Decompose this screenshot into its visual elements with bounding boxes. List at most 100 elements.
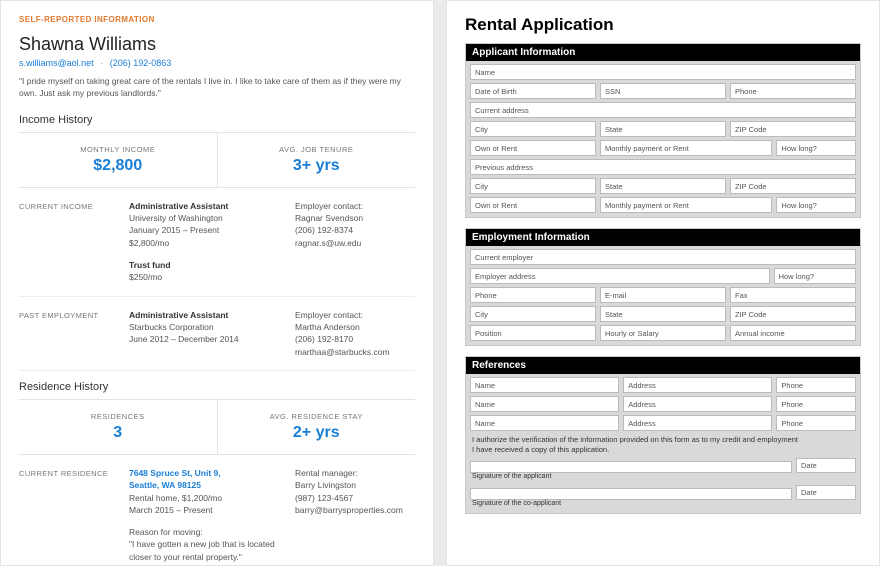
- applicant-signature-box[interactable]: [470, 461, 792, 473]
- stat-label: MONTHLY INCOME: [19, 145, 217, 154]
- contact-name: Ragnar Svendson: [295, 213, 363, 223]
- current-residence-record: CURRENT RESIDENCE 7648 Spruce St, Unit 9…: [19, 455, 415, 566]
- prev-state-field[interactable]: State: [600, 178, 726, 194]
- dob-field[interactable]: Date of Birth: [470, 83, 596, 99]
- avg-tenure-stat: AVG. JOB TENURE 3+ yrs: [218, 133, 416, 187]
- employer-addr-field[interactable]: Employer address: [470, 268, 770, 284]
- contact-email: ragnar.s@uw.edu: [295, 238, 361, 248]
- emp-how-long-field[interactable]: How long?: [774, 268, 856, 284]
- prev-own-rent-field[interactable]: Own or Rent: [470, 197, 596, 213]
- employer-contact: Employer contact: Martha Anderson (206) …: [295, 309, 415, 358]
- city-field[interactable]: City: [470, 121, 596, 137]
- income-stats-row: MONTHLY INCOME $2,800 AVG. JOB TENURE 3+…: [19, 133, 415, 188]
- residence-detail: Rental home, $1,200/mo: [129, 493, 222, 503]
- employer-field[interactable]: Current employer: [470, 249, 856, 265]
- address-link[interactable]: 7648 Spruce St, Unit 9,: [129, 468, 221, 478]
- emp-zip-field[interactable]: ZIP Code: [730, 306, 856, 322]
- phone-field[interactable]: Phone: [730, 83, 856, 99]
- ref-phone-field[interactable]: Phone: [776, 415, 856, 431]
- annual-income-field[interactable]: Annual income: [730, 325, 856, 341]
- ref-name-field[interactable]: Name: [470, 396, 619, 412]
- emp-fax-field[interactable]: Fax: [730, 287, 856, 303]
- stat-label: AVG. JOB TENURE: [218, 145, 416, 154]
- rental-manager: Rental manager: Barry Livingston (987) 1…: [295, 467, 415, 563]
- hourly-salary-field[interactable]: Hourly or Salary: [600, 325, 726, 341]
- contact-phone: (206) 192-8170: [295, 334, 353, 344]
- residence-dates: March 2015 – Present: [129, 505, 213, 515]
- residences-stat: RESIDENCES 3: [19, 400, 218, 454]
- position-field[interactable]: Position: [470, 325, 596, 341]
- past-employment-record: PAST EMPLOYMENT Administrative Assistant…: [19, 297, 415, 371]
- job-dates: January 2015 – Present: [129, 225, 219, 235]
- ssn-field[interactable]: SSN: [600, 83, 726, 99]
- ref-name-field[interactable]: Name: [470, 377, 619, 393]
- state-field[interactable]: State: [600, 121, 726, 137]
- applicant-name: Shawna Williams: [19, 34, 415, 55]
- record-main: Administrative Assistant Starbucks Corpo…: [129, 309, 295, 358]
- second-income-amount: $250/mo: [129, 272, 162, 282]
- own-rent-field[interactable]: Own or Rent: [470, 140, 596, 156]
- stat-label: AVG. RESIDENCE STAY: [218, 412, 416, 421]
- name-field[interactable]: Name: [470, 64, 856, 80]
- signature-date-field[interactable]: Date: [796, 458, 856, 473]
- prev-how-long-field[interactable]: How long?: [776, 197, 856, 213]
- ref-address-field[interactable]: Address: [623, 415, 772, 431]
- employer: University of Washington: [129, 213, 223, 223]
- employer: Starbucks Corporation: [129, 322, 214, 332]
- mgr-label: Rental manager:: [295, 468, 358, 478]
- current-income-record: CURRENT INCOME Administrative Assistant …: [19, 188, 415, 297]
- mgr-email: barry@barrysproperties.com: [295, 505, 403, 515]
- monthly-income-stat: MONTHLY INCOME $2,800: [19, 133, 218, 187]
- emp-city-field[interactable]: City: [470, 306, 596, 322]
- coapplicant-signature-box[interactable]: [470, 488, 792, 500]
- record-label: PAST EMPLOYMENT: [19, 309, 129, 358]
- how-long-field[interactable]: How long?: [776, 140, 856, 156]
- signature-label: Signature of the applicant: [466, 473, 860, 482]
- mgr-phone: (987) 123-4567: [295, 493, 353, 503]
- references-section: References Name Address Phone Name Addre…: [465, 356, 861, 514]
- auth-line2: I have received a copy of this applicati…: [472, 445, 854, 455]
- emp-email-field[interactable]: E-mail: [600, 287, 726, 303]
- self-reported-banner: SELF-REPORTED INFORMATION: [19, 15, 415, 24]
- record-label: CURRENT INCOME: [19, 200, 129, 284]
- form-title: Rental Application: [465, 15, 861, 35]
- phone-link[interactable]: (206) 192-0863: [110, 58, 172, 68]
- signature-date-field[interactable]: Date: [796, 485, 856, 500]
- emp-phone-field[interactable]: Phone: [470, 287, 596, 303]
- address-link[interactable]: Seattle, WA 98125: [129, 480, 201, 490]
- section-header: References: [466, 357, 860, 374]
- email-link[interactable]: s.williams@aol.net: [19, 58, 94, 68]
- prev-city-field[interactable]: City: [470, 178, 596, 194]
- residence-stats-row: RESIDENCES 3 AVG. RESIDENCE STAY 2+ yrs: [19, 400, 415, 455]
- zip-field[interactable]: ZIP Code: [730, 121, 856, 137]
- applicant-info-section: Applicant Information Name Date of Birth…: [465, 43, 861, 218]
- emp-state-field[interactable]: State: [600, 306, 726, 322]
- applicant-quote: "I pride myself on taking great care of …: [19, 76, 415, 100]
- ref-phone-field[interactable]: Phone: [776, 396, 856, 412]
- prev-zip-field[interactable]: ZIP Code: [730, 178, 856, 194]
- record-main: 7648 Spruce St, Unit 9, Seattle, WA 9812…: [129, 467, 295, 563]
- ref-address-field[interactable]: Address: [623, 377, 772, 393]
- reason-label: Reason for moving:: [129, 527, 203, 537]
- profile-panel: SELF-REPORTED INFORMATION Shawna William…: [0, 0, 434, 566]
- contact-label: Employer contact:: [295, 310, 363, 320]
- contact-label: Employer contact:: [295, 201, 363, 211]
- avg-stay-stat: AVG. RESIDENCE STAY 2+ yrs: [218, 400, 416, 454]
- rental-application-form: Rental Application Applicant Information…: [446, 0, 880, 566]
- prev-monthly-field[interactable]: Monthly payment or Rent: [600, 197, 772, 213]
- ref-phone-field[interactable]: Phone: [776, 377, 856, 393]
- previous-address-field[interactable]: Previous address: [470, 159, 856, 175]
- stat-value: 2+ yrs: [218, 424, 416, 442]
- section-header: Applicant Information: [466, 44, 860, 61]
- signature-label: Signature of the co-applicant: [466, 500, 860, 509]
- record-label: CURRENT RESIDENCE: [19, 467, 129, 563]
- contact-name: Martha Anderson: [295, 322, 360, 332]
- job-dates: June 2012 – December 2014: [129, 334, 239, 344]
- separator-dot: ·: [100, 58, 103, 68]
- current-address-field[interactable]: Current address: [470, 102, 856, 118]
- contact-phone: (206) 192-8374: [295, 225, 353, 235]
- auth-line1: I authorize the verification of the info…: [472, 435, 854, 445]
- ref-name-field[interactable]: Name: [470, 415, 619, 431]
- monthly-payment-field[interactable]: Monthly payment or Rent: [600, 140, 772, 156]
- ref-address-field[interactable]: Address: [623, 396, 772, 412]
